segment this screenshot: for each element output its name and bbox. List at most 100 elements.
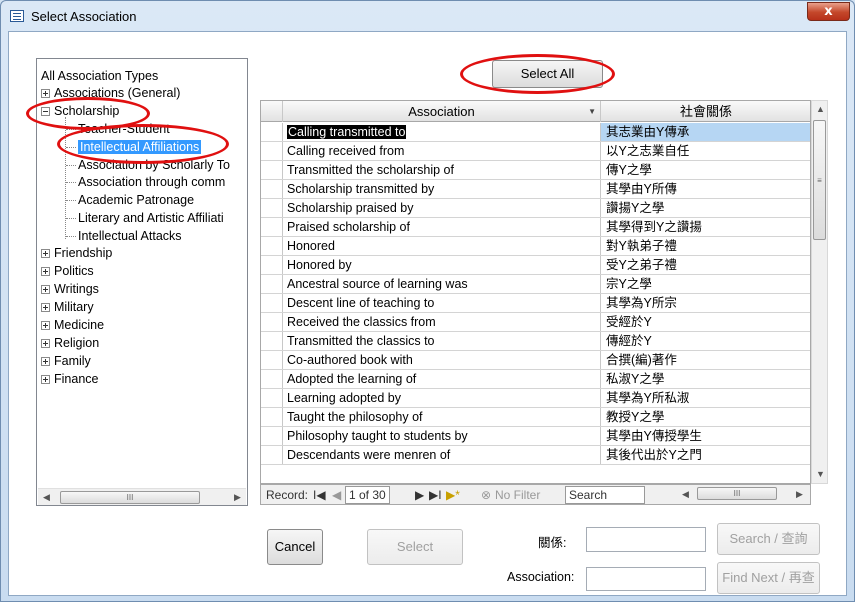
tree-root[interactable]: All Association Types <box>41 68 158 85</box>
scroll-left-icon[interactable]: ◀ <box>38 489 55 505</box>
cell-association[interactable]: Adopted the learning of <box>283 370 601 388</box>
cell-chinese[interactable]: 教授Y之學 <box>601 408 810 426</box>
expand-plus-icon[interactable] <box>41 267 50 276</box>
table-row[interactable]: Philosophy taught to students by 其學由Y傳授學生 <box>261 427 810 446</box>
tree-node-politics[interactable]: Politics <box>41 263 94 280</box>
cell-association[interactable]: Honored by <box>283 256 601 274</box>
table-row[interactable]: Honored 對Y執弟子禮 <box>261 237 810 256</box>
tree-child-association-through-comm[interactable]: Association through comm <box>66 174 225 191</box>
tree-node-friendship[interactable]: Friendship <box>41 245 112 262</box>
table-row[interactable]: Learning adopted by 其學為Y所私淑 <box>261 389 810 408</box>
record-selector[interactable] <box>261 218 283 236</box>
record-selector[interactable] <box>261 180 283 198</box>
scroll-down-icon[interactable]: ▼ <box>812 466 829 483</box>
expand-plus-icon[interactable] <box>41 285 50 294</box>
scroll-thumb[interactable]: III <box>60 491 200 504</box>
tree-node-military[interactable]: Military <box>41 299 94 316</box>
tree-node-writings[interactable]: Writings <box>41 281 99 298</box>
cell-association[interactable]: Praised scholarship of <box>283 218 601 236</box>
cell-association[interactable]: Transmitted the classics to <box>283 332 601 350</box>
tree-horizontal-scrollbar[interactable]: ◀ III ▶ <box>38 488 246 505</box>
no-filter-button[interactable]: No Filter <box>495 487 540 503</box>
cell-chinese[interactable]: 其學由Y傳授學生 <box>601 427 810 445</box>
record-selector[interactable] <box>261 294 283 312</box>
tree-node-finance[interactable]: Finance <box>41 371 98 388</box>
scroll-right-icon[interactable]: ▶ <box>229 489 246 505</box>
cell-association[interactable]: Co-authored book with <box>283 351 601 369</box>
cell-chinese[interactable]: 受Y之弟子禮 <box>601 256 810 274</box>
navbar-search-field[interactable]: Search <box>565 486 645 504</box>
scroll-thumb[interactable]: ≡ <box>813 120 826 240</box>
record-selector[interactable] <box>261 332 283 350</box>
cell-association[interactable]: Ancestral source of learning was <box>283 275 601 293</box>
table-row[interactable]: Calling transmitted to 其志業由Y傳承 <box>261 123 810 142</box>
record-selector[interactable] <box>261 275 283 293</box>
record-selector[interactable] <box>261 199 283 217</box>
tree-child-intellectual-attacks[interactable]: Intellectual Attacks <box>66 228 182 245</box>
expand-plus-icon[interactable] <box>41 249 50 258</box>
tree-child-literary-artistic[interactable]: Literary and Artistic Affiliati <box>66 210 224 227</box>
relation-search-input[interactable] <box>586 527 706 552</box>
cell-chinese[interactable]: 讚揚Y之學 <box>601 199 810 217</box>
table-row[interactable]: Descendants were menren of 其後代出於Y之門 <box>261 446 810 465</box>
cell-chinese[interactable]: 其學得到Y之讚揚 <box>601 218 810 236</box>
table-row[interactable]: Transmitted the classics to 傳經於Y <box>261 332 810 351</box>
cancel-button[interactable]: Cancel <box>267 529 323 565</box>
table-row[interactable]: Co-authored book with 合撰(編)著作 <box>261 351 810 370</box>
expand-plus-icon[interactable] <box>41 357 50 366</box>
cell-chinese[interactable]: 其後代出於Y之門 <box>601 446 810 464</box>
table-row[interactable]: Ancestral source of learning was 宗Y之學 <box>261 275 810 294</box>
cell-association[interactable]: Calling transmitted to <box>283 123 601 141</box>
record-selector[interactable] <box>261 142 283 160</box>
record-selector[interactable] <box>261 351 283 369</box>
cell-chinese[interactable]: 受經於Y <box>601 313 810 331</box>
previous-record-icon[interactable]: ◀ <box>332 487 341 503</box>
tree-node-religion[interactable]: Religion <box>41 335 99 352</box>
record-selector[interactable] <box>261 313 283 331</box>
tree-node-medicine[interactable]: Medicine <box>41 317 104 334</box>
close-button[interactable]: x <box>807 2 850 21</box>
record-selector[interactable] <box>261 123 283 141</box>
cell-association[interactable]: Scholarship transmitted by <box>283 180 601 198</box>
table-row[interactable]: Praised scholarship of 其學得到Y之讚揚 <box>261 218 810 237</box>
table-row[interactable]: Received the classics from 受經於Y <box>261 313 810 332</box>
table-row[interactable]: Honored by 受Y之弟子禮 <box>261 256 810 275</box>
last-record-icon[interactable]: ▶I <box>429 487 442 503</box>
table-row[interactable]: Descent line of teaching to 其學為Y所宗 <box>261 294 810 313</box>
scroll-right-icon[interactable]: ▶ <box>791 486 808 503</box>
search-button[interactable]: Search / 查詢 <box>717 523 820 555</box>
table-row[interactable]: Taught the philosophy of 教授Y之學 <box>261 408 810 427</box>
tree-node-family[interactable]: Family <box>41 353 91 370</box>
expand-plus-icon[interactable] <box>41 89 50 98</box>
record-selector[interactable] <box>261 237 283 255</box>
current-record-field[interactable]: 1 of 30 <box>345 486 390 504</box>
record-selector[interactable] <box>261 256 283 274</box>
cell-chinese[interactable]: 以Y之志業自任 <box>601 142 810 160</box>
record-selector[interactable] <box>261 427 283 445</box>
first-record-icon[interactable]: I◀ <box>313 487 326 503</box>
cell-chinese[interactable]: 傳經於Y <box>601 332 810 350</box>
table-row[interactable]: Transmitted the scholarship of 傳Y之學 <box>261 161 810 180</box>
next-record-icon[interactable]: ▶ <box>415 487 424 503</box>
cell-chinese[interactable]: 私淑Y之學 <box>601 370 810 388</box>
scroll-left-icon[interactable]: ◀ <box>677 486 694 503</box>
cell-association[interactable]: Taught the philosophy of <box>283 408 601 426</box>
cell-association[interactable]: Scholarship praised by <box>283 199 601 217</box>
grid-vertical-scrollbar[interactable]: ▲ ≡ ▼ <box>811 100 828 484</box>
expand-plus-icon[interactable] <box>41 321 50 330</box>
expand-plus-icon[interactable] <box>41 375 50 384</box>
column-header-association[interactable]: Association ▼ <box>283 101 601 122</box>
record-selector[interactable] <box>261 389 283 407</box>
cell-chinese[interactable]: 其學為Y所宗 <box>601 294 810 312</box>
cell-chinese[interactable]: 宗Y之學 <box>601 275 810 293</box>
find-next-button[interactable]: Find Next / 再查 <box>717 562 820 594</box>
column-header-chinese[interactable]: 社會關係 <box>601 101 810 122</box>
table-row[interactable]: Scholarship praised by 讚揚Y之學 <box>261 199 810 218</box>
cell-association[interactable]: Descendants were menren of <box>283 446 601 464</box>
cell-chinese[interactable]: 對Y執弟子禮 <box>601 237 810 255</box>
table-row[interactable]: Adopted the learning of 私淑Y之學 <box>261 370 810 389</box>
select-all-records-corner[interactable] <box>261 101 283 122</box>
cell-association[interactable]: Calling received from <box>283 142 601 160</box>
expand-plus-icon[interactable] <box>41 303 50 312</box>
record-selector[interactable] <box>261 370 283 388</box>
